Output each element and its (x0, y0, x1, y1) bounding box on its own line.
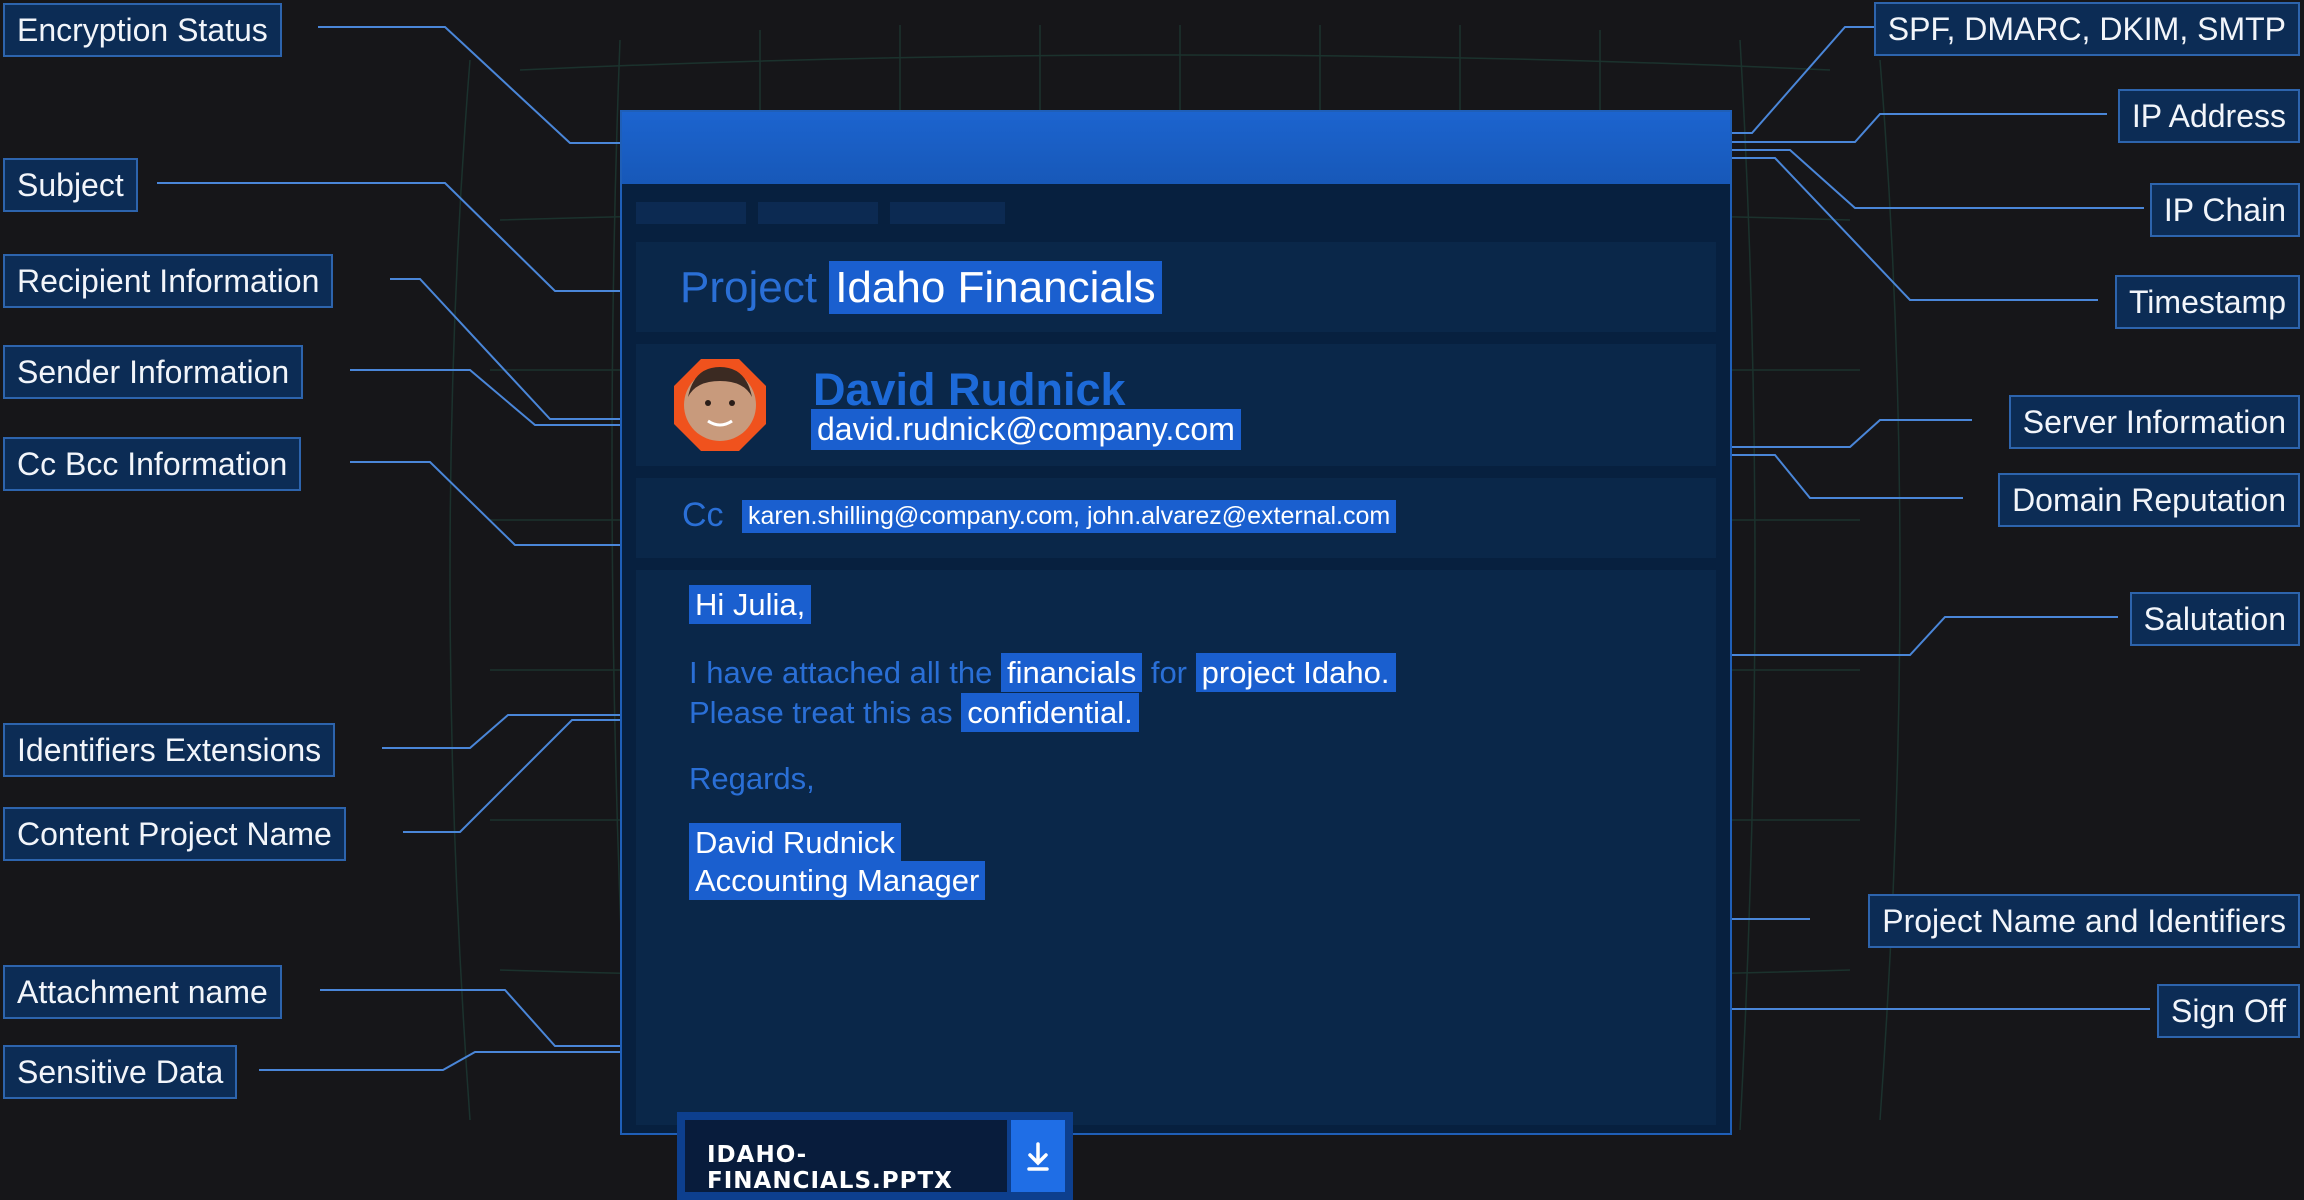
body-text: I have attached all the (689, 655, 993, 690)
email-header-bar (622, 112, 1730, 184)
email-tabs-placeholder (636, 202, 1017, 232)
download-button[interactable] (1011, 1120, 1065, 1192)
label-attachment-name: Attachment name (3, 965, 282, 1019)
label-project-name-identifiers: Project Name and Identifiers (1868, 894, 2300, 948)
attachment-name: IDAHO-FINANCIALS.PPTX (707, 1142, 953, 1194)
cc-label: Cc (682, 496, 724, 534)
project-name-highlight: project Idaho. (1195, 653, 1396, 692)
salutation-line: Hi Julia, (689, 585, 812, 624)
label-subject: Subject (3, 158, 138, 212)
label-content-project-name: Content Project Name (3, 807, 346, 861)
label-recipient-information: Recipient Information (3, 254, 334, 308)
label-encryption-status: Encryption Status (3, 3, 282, 57)
label-domain-reputation: Domain Reputation (1998, 473, 2300, 527)
body-text: for (1150, 655, 1188, 690)
salutation: Hi Julia, (689, 585, 812, 624)
regards: Regards, (689, 761, 815, 796)
email-subject: Project Idaho Financials (680, 261, 1162, 315)
label-sign-off: Sign Off (2156, 984, 2300, 1038)
body-line-1: I have attached all the financials for p… (689, 653, 1396, 692)
avatar (674, 359, 766, 451)
label-spf-dmarc-dkim-smtp: SPF, DMARC, DKIM, SMTP (1873, 2, 2300, 56)
sender-section: David Rudnick david.rudnick@company.com (636, 344, 1716, 466)
subject-highlight: Idaho Financials (829, 261, 1162, 314)
email-body: Hi Julia, I have attached all the financ… (636, 570, 1716, 1200)
label-ip-address: IP Address (2117, 89, 2300, 143)
attachment-chip[interactable]: IDAHO-FINANCIALS.PPTX (677, 1112, 1073, 1200)
subject-section: Project Idaho Financials (636, 242, 1716, 332)
label-identifiers-extensions: Identifiers Extensions (3, 723, 336, 777)
attachment-name-box: IDAHO-FINANCIALS.PPTX (685, 1120, 1007, 1194)
cc-section: Cc karen.shilling@company.com, john.alva… (636, 478, 1716, 558)
label-sensitive-data: Sensitive Data (3, 1045, 238, 1099)
download-icon (1027, 1142, 1049, 1171)
signoff-title-line: Accounting Manager (689, 861, 986, 900)
diagram: Project Idaho Financials David Rudnick d… (0, 0, 2304, 1200)
label-salutation: Salutation (2129, 592, 2300, 646)
body-text: Please treat this as (689, 695, 953, 730)
signoff-name-line: David Rudnick (689, 823, 901, 862)
signoff-title: Accounting Manager (689, 861, 986, 900)
cc-recipients[interactable]: karen.shilling@company.com, john.alvarez… (742, 500, 1397, 533)
confidential-highlight: confidential. (961, 693, 1139, 732)
label-timestamp: Timestamp (2114, 275, 2300, 329)
body-line-2: Please treat this as confidential. (689, 693, 1139, 732)
label-server-information: Server Information (2008, 395, 2300, 449)
label-cc-bcc-information: Cc Bcc Information (3, 437, 302, 491)
label-ip-chain: IP Chain (2149, 183, 2300, 237)
subject-prefix: Project (680, 263, 817, 312)
signoff-name: David Rudnick (689, 823, 901, 862)
sender-email[interactable]: david.rudnick@company.com (811, 409, 1241, 450)
identifier-highlight: financials (1000, 653, 1143, 692)
email-card: Project Idaho Financials David Rudnick d… (620, 110, 1732, 1200)
label-sender-information: Sender Information (3, 345, 304, 399)
